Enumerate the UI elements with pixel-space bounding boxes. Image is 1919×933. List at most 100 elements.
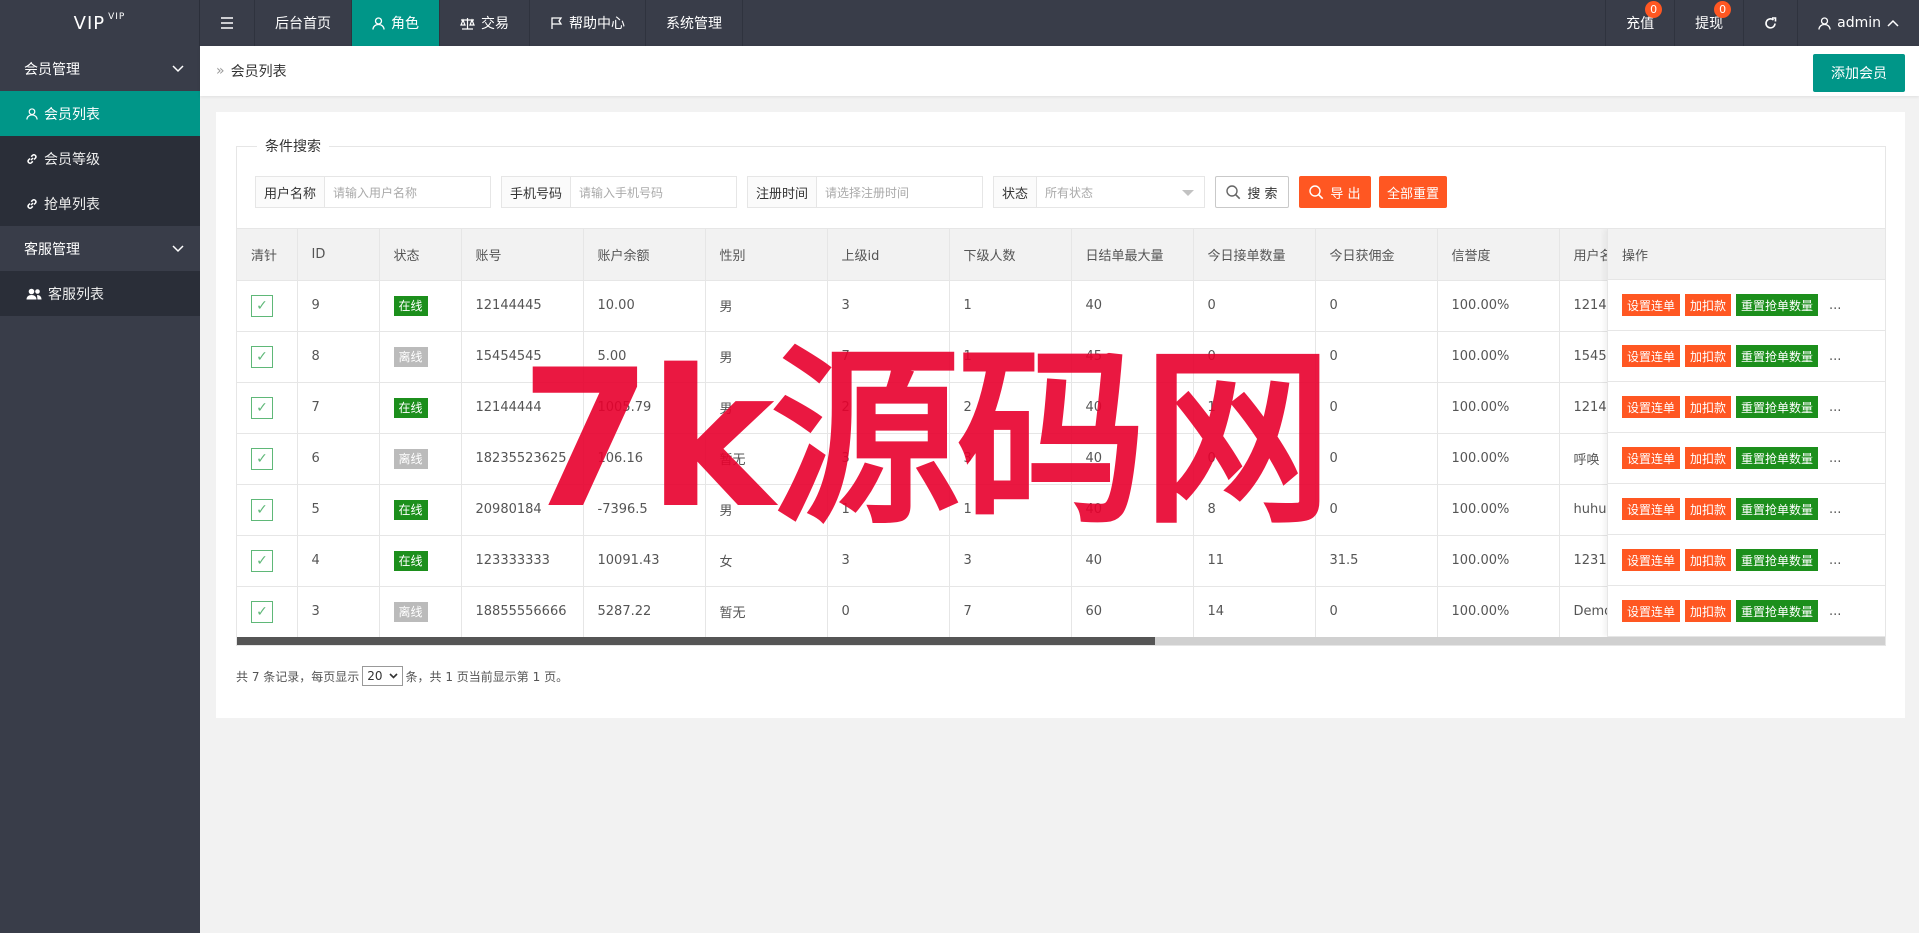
row-checkbox[interactable]: ✓ [251, 294, 273, 317]
reset-grab-count-button[interactable]: 重置抢单数量 [1736, 498, 1819, 520]
sidebar-item-label: 会员等级 [44, 151, 100, 168]
adjust-balance-button[interactable]: 加扣款 [1685, 600, 1732, 622]
per-page-select[interactable]: 20 [362, 666, 403, 686]
more-button[interactable]: ... [1829, 502, 1841, 517]
row-checkbox[interactable]: ✓ [251, 600, 273, 623]
cell-account: 12144444 [461, 382, 584, 434]
row-checkbox[interactable]: ✓ [251, 447, 273, 470]
adjust-balance-button[interactable]: 加扣款 [1685, 498, 1732, 520]
user-menu[interactable]: admin [1797, 0, 1919, 46]
status-select[interactable]: 所有状态 [1037, 177, 1204, 207]
status-badge: 在线 [393, 499, 428, 520]
column-header-status: 状态 [379, 229, 462, 281]
ops-row: 设置连单 加扣款 重置抢单数量... [1608, 484, 1885, 535]
cell-status: 离线 [379, 433, 462, 485]
chevron-up-icon [1887, 19, 1899, 27]
cell-credit: 100.00% [1437, 331, 1560, 383]
link-icon [27, 153, 37, 164]
nav-home[interactable]: 后台首页 [255, 0, 352, 46]
more-button[interactable]: ... [1829, 400, 1841, 415]
more-button[interactable]: ... [1829, 553, 1841, 568]
pager-prefix: 共 7 条记录，每页显示 [236, 669, 360, 684]
column-header-parent-id: 上级id [827, 229, 950, 281]
more-button[interactable]: ... [1829, 349, 1841, 364]
logo[interactable]: VIP VIP [0, 0, 200, 46]
reset-grab-count-button[interactable]: 重置抢单数量 [1736, 447, 1819, 469]
cell-parent-id: 3 [827, 280, 950, 332]
regtime-input[interactable]: 请选择注册时间 [817, 177, 982, 207]
reset-grab-count-button[interactable]: 重置抢单数量 [1736, 345, 1819, 367]
reset-grab-count-button[interactable]: 重置抢单数量 [1736, 294, 1819, 316]
table-row: ✓9在线1214444510.00男314000100.00%12144445 [237, 280, 1682, 332]
username-input[interactable]: 请输入用户名称 [325, 177, 490, 207]
adjust-balance-button[interactable]: 加扣款 [1685, 447, 1732, 469]
row-checkbox[interactable]: ✓ [251, 549, 273, 572]
nav-help[interactable]: 帮助中心 [530, 0, 646, 46]
scrollbar-thumb[interactable] [237, 637, 1155, 645]
sidebar-item-grab-list[interactable]: 抢单列表 [0, 181, 200, 226]
set-chain-button[interactable]: 设置连单 [1622, 600, 1681, 622]
column-header-check: 清针 [237, 229, 298, 281]
cell-today-commission: 0 [1315, 382, 1438, 434]
adjust-balance-button[interactable]: 加扣款 [1685, 294, 1732, 316]
cell-balance: 5.00 [583, 331, 706, 383]
more-button[interactable]: ... [1829, 451, 1841, 466]
menu-toggle-button[interactable] [200, 0, 255, 46]
set-chain-button[interactable]: 设置连单 [1622, 345, 1681, 367]
cell-status: 在线 [379, 535, 462, 587]
sidebar-group-member[interactable]: 会员管理 [0, 46, 200, 91]
status-field: 状态 所有状态 [993, 176, 1205, 208]
set-chain-button[interactable]: 设置连单 [1622, 498, 1681, 520]
top-nav: 后台首页 角色 交易 帮助中心 系统管理 [200, 0, 743, 46]
set-chain-button[interactable]: 设置连单 [1622, 549, 1681, 571]
cell-today-orders: 0 [1193, 280, 1316, 332]
add-member-button[interactable]: 添加会员 [1813, 54, 1905, 92]
reset-grab-count-button[interactable]: 重置抢单数量 [1736, 396, 1819, 418]
status-badge: 离线 [393, 346, 428, 367]
column-header-gender: 性别 [705, 229, 828, 281]
nav-role[interactable]: 角色 [352, 0, 440, 46]
sidebar-group-service[interactable]: 客服管理 [0, 226, 200, 271]
set-chain-button[interactable]: 设置连单 [1622, 396, 1681, 418]
export-button-label: 导 出 [1330, 186, 1361, 202]
reset-button[interactable]: 全部重置 [1379, 176, 1447, 208]
table-header-row: 清针 ID 状态 账号 账户余额 性别 上级id 下级人数 日结单最大量 今日接单数量 今日获佣金信… [237, 229, 1682, 281]
row-checkbox[interactable]: ✓ [251, 396, 273, 419]
row-checkbox[interactable]: ✓ [251, 345, 273, 368]
cell-children-count: 1 [949, 331, 1072, 383]
recharge-button[interactable]: 充值 0 [1605, 0, 1674, 46]
export-button[interactable]: 导 出 [1299, 176, 1371, 208]
sidebar-item-member-list[interactable]: 会员列表 [0, 91, 200, 136]
table-row: ✓ 6 离线 18235523625 106.16 暂无 3 3 40 0 0 100.00% 呼唤 [237, 433, 1682, 485]
nav-system[interactable]: 系统管理 [646, 0, 743, 46]
reset-grab-count-button[interactable]: 重置抢单数量 [1736, 549, 1819, 571]
adjust-balance-button[interactable]: 加扣款 [1685, 345, 1732, 367]
refresh-button[interactable] [1743, 0, 1797, 46]
set-chain-button[interactable]: 设置连单 [1622, 294, 1681, 316]
breadcrumb-separator: » [216, 63, 225, 79]
set-chain-button[interactable]: 设置连单 [1622, 447, 1681, 469]
username: admin [1837, 15, 1881, 31]
more-button[interactable]: ... [1829, 298, 1841, 313]
more-button[interactable]: ... [1829, 604, 1841, 619]
search-button[interactable]: 搜 索 [1215, 176, 1289, 208]
nav-trade[interactable]: 交易 [440, 0, 530, 46]
reset-grab-count-button[interactable]: 重置抢单数量 [1736, 600, 1819, 622]
sidebar-item-service-list[interactable]: 客服列表 [0, 271, 200, 316]
cell-check: ✓ [237, 484, 298, 536]
cell-today-orders: 8 [1193, 484, 1316, 536]
horizontal-scrollbar[interactable] [237, 637, 1885, 645]
cell-balance: 10091.43 [583, 535, 706, 587]
withdraw-button[interactable]: 提现 0 [1674, 0, 1743, 46]
user-icon [26, 107, 38, 120]
adjust-balance-button[interactable]: 加扣款 [1685, 549, 1732, 571]
adjust-balance-button[interactable]: 加扣款 [1685, 396, 1732, 418]
breadcrumb-current[interactable]: 会员列表 [231, 61, 287, 81]
cell-status: 离线 [379, 331, 462, 383]
phone-input[interactable]: 请输入手机号码 [571, 177, 736, 207]
row-checkbox[interactable]: ✓ [251, 498, 273, 521]
cell-account: 20980184 [461, 484, 584, 536]
cell-account: 18235523625 [461, 433, 584, 485]
sidebar-item-member-level[interactable]: 会员等级 [0, 136, 200, 181]
column-header-max-orders: 日结单最大量 [1071, 229, 1194, 281]
